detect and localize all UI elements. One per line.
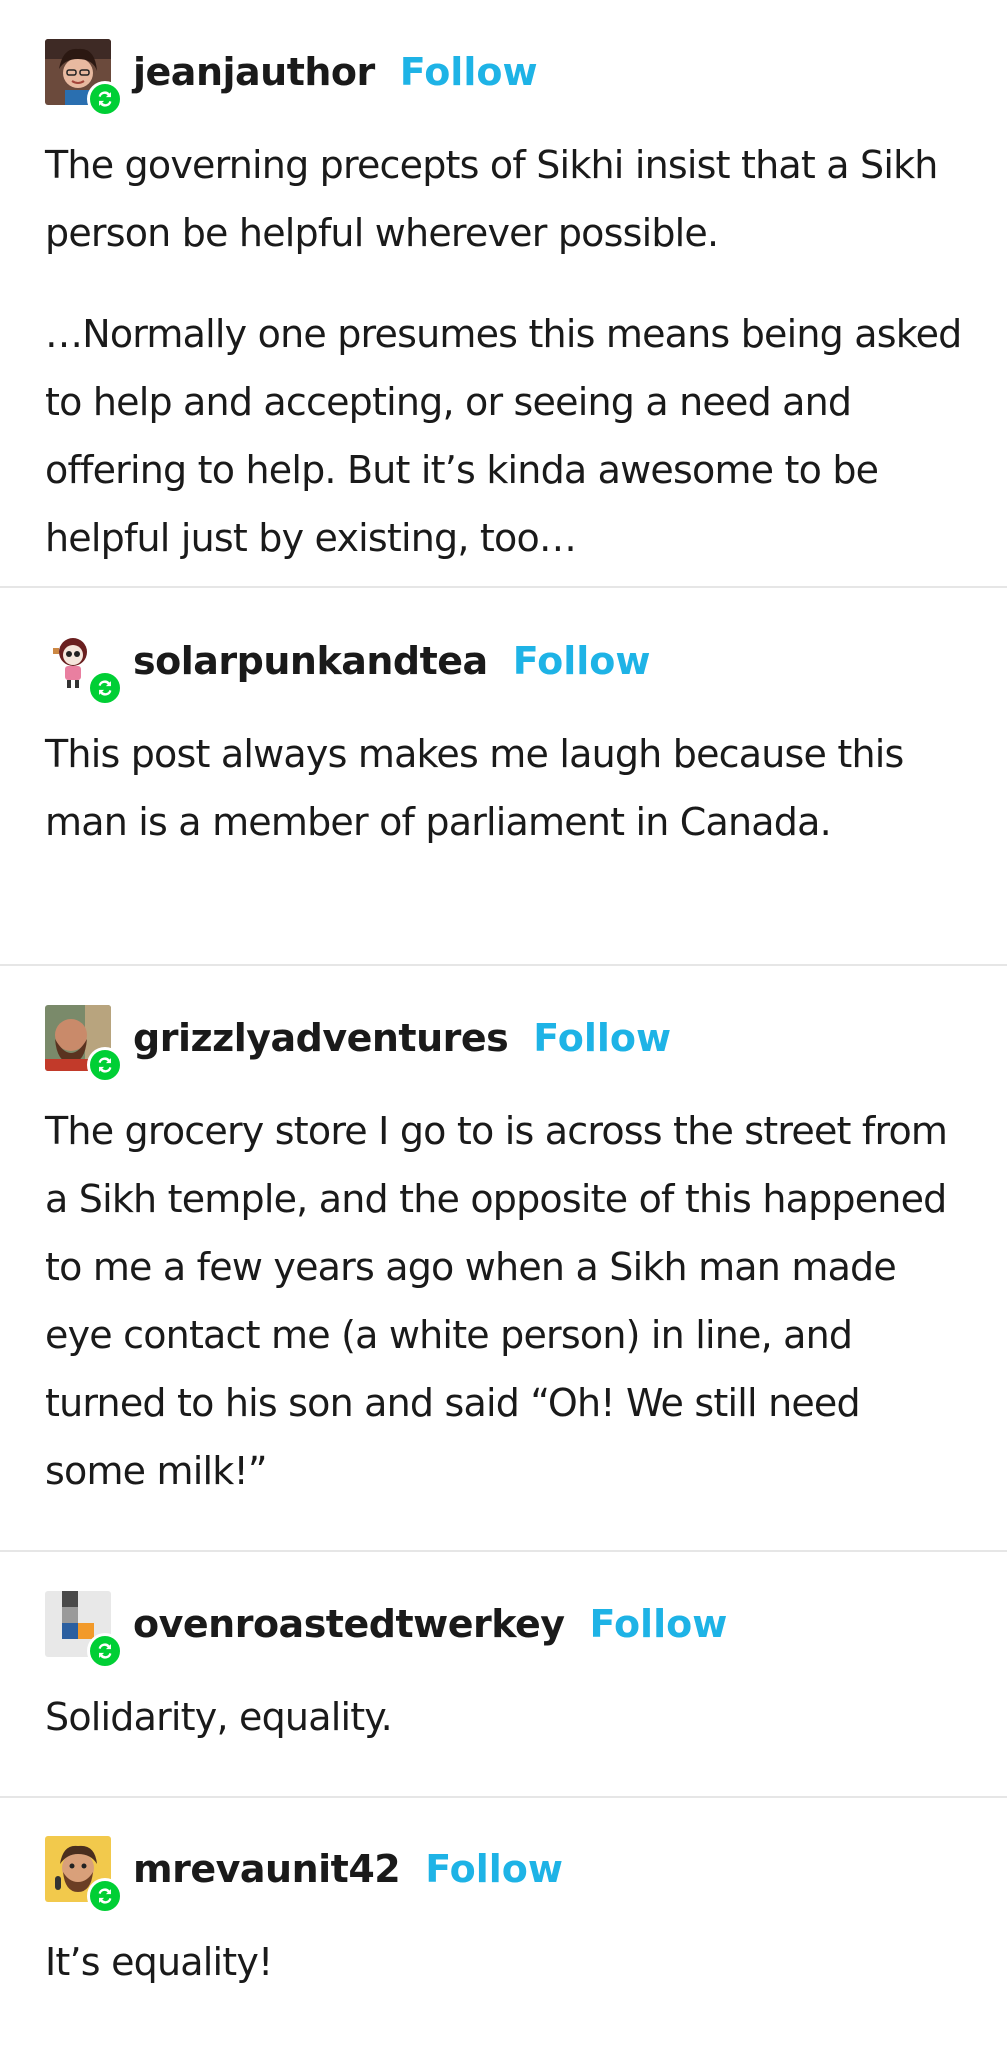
reblog-thread: jeanjauthor Follow The governing precept… [0, 0, 1007, 2056]
post-header: solarpunkandtea Follow [45, 623, 962, 706]
post-header: ovenroastedtwerkey Follow [45, 1586, 962, 1669]
post-paragraph: The grocery store I go to is across the … [45, 1109, 948, 1493]
follow-button[interactable]: Follow [590, 1602, 728, 1646]
post-header: jeanjauthor Follow [45, 34, 962, 117]
post-paragraph: The governing precepts of Sikhi insist t… [45, 143, 938, 255]
reblog-icon [87, 1047, 123, 1083]
post-body: The governing precepts of Sikhi insist t… [45, 131, 962, 572]
username[interactable]: mrevaunit42 [133, 1847, 401, 1891]
post-header: mrevaunit42 Follow [45, 1831, 962, 1914]
follow-button[interactable]: Follow [425, 1847, 563, 1891]
post-paragraph: It’s equality! [45, 1940, 273, 1984]
avatar-wrap[interactable] [45, 628, 123, 706]
follow-button[interactable]: Follow [533, 1016, 671, 1060]
username[interactable]: solarpunkandtea [133, 639, 488, 683]
post-body: It’s equality! [45, 1928, 962, 1996]
reblog-icon [87, 1633, 123, 1669]
reblog-post: solarpunkandtea Follow This post always … [0, 588, 1007, 964]
post-paragraph: …Normally one presumes this means being … [45, 312, 962, 560]
follow-button[interactable]: Follow [400, 50, 538, 94]
reblog-post: jeanjauthor Follow The governing precept… [0, 0, 1007, 586]
avatar-wrap[interactable] [45, 39, 123, 117]
avatar-wrap[interactable] [45, 1836, 123, 1914]
username[interactable]: ovenroastedtwerkey [133, 1602, 565, 1646]
post-body: This post always makes me laugh because … [45, 720, 962, 856]
reblog-post: grizzlyadventures Follow The grocery sto… [0, 966, 1007, 1550]
avatar-wrap[interactable] [45, 1591, 123, 1669]
username[interactable]: jeanjauthor [133, 50, 375, 94]
post-body: Solidarity, equality. [45, 1683, 962, 1751]
reblog-post: ovenroastedtwerkey Follow Solidarity, eq… [0, 1552, 1007, 1796]
reblog-icon [87, 1878, 123, 1914]
reblog-post: mrevaunit42 Follow It’s equality! [0, 1798, 1007, 2056]
avatar-wrap[interactable] [45, 1005, 123, 1083]
post-header: grizzlyadventures Follow [45, 1000, 962, 1083]
username[interactable]: grizzlyadventures [133, 1016, 509, 1060]
post-paragraph: This post always makes me laugh because … [45, 732, 904, 844]
follow-button[interactable]: Follow [513, 639, 651, 683]
reblog-icon [87, 670, 123, 706]
reblog-icon [87, 81, 123, 117]
post-body: The grocery store I go to is across the … [45, 1097, 962, 1505]
post-paragraph: Solidarity, equality. [45, 1695, 393, 1739]
